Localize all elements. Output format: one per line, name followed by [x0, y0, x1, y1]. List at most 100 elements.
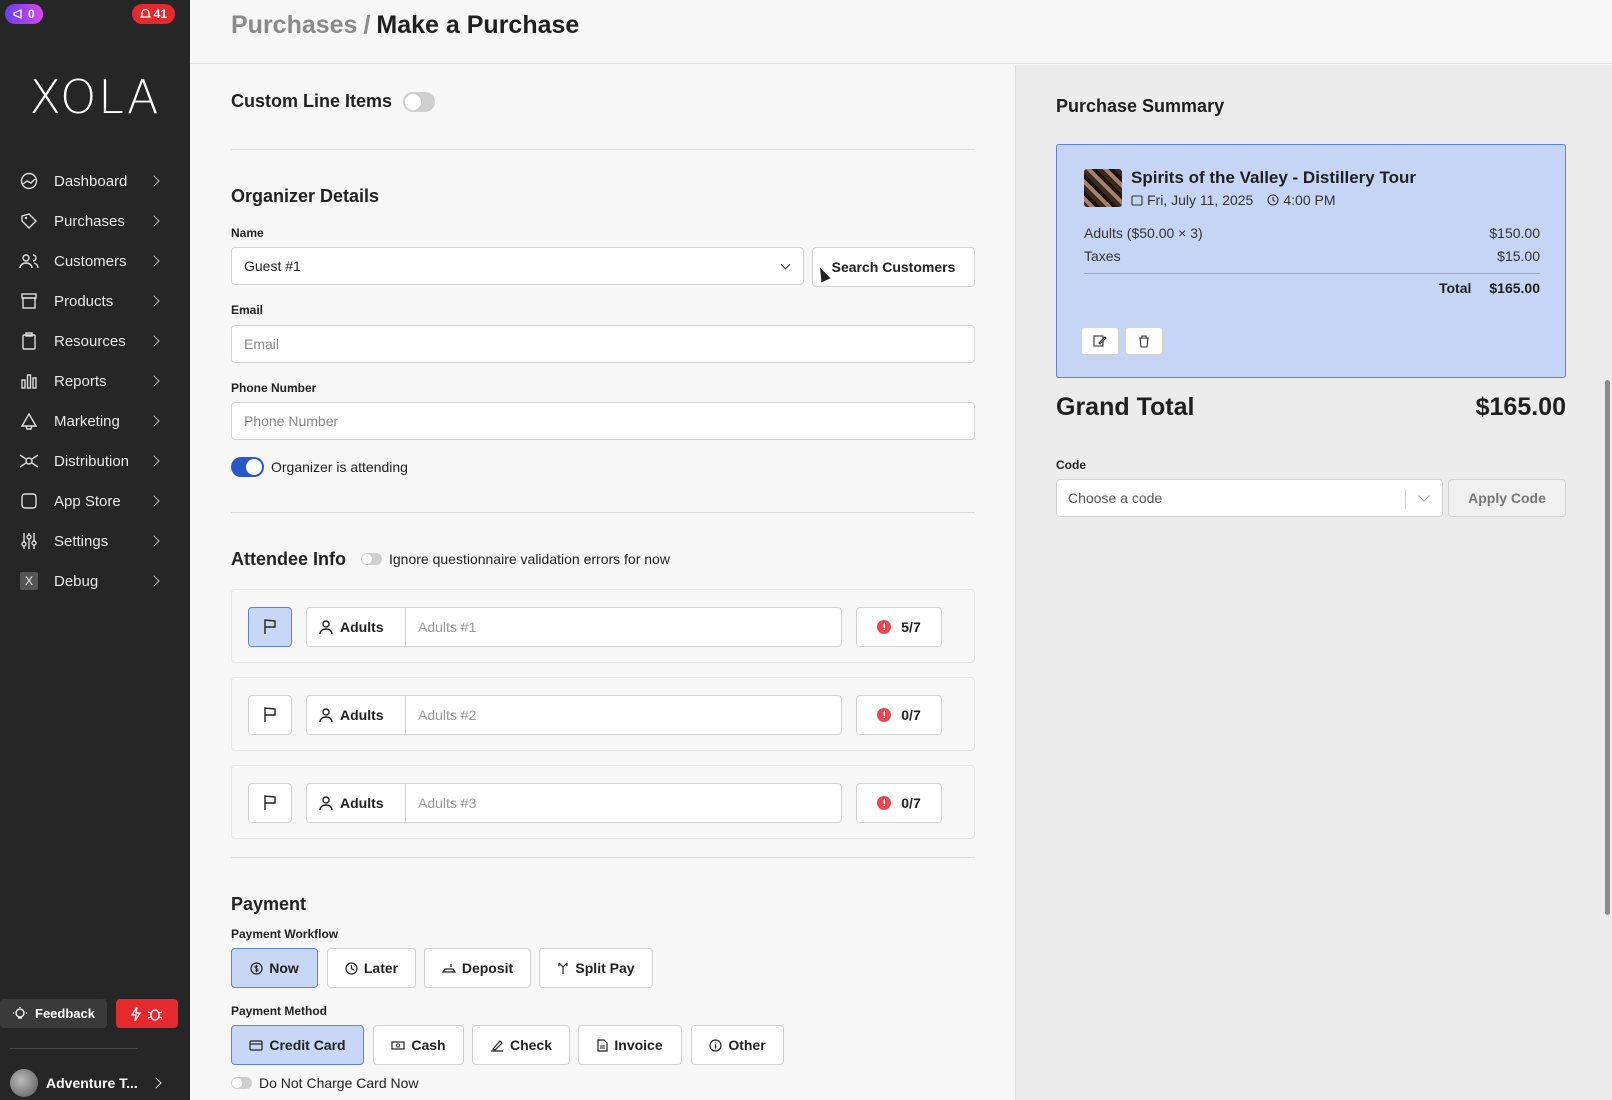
custom-line-items-label: Custom Line Items	[231, 91, 393, 111]
attendee-type-button[interactable]: Adults	[306, 607, 406, 647]
chevron-right-icon	[148, 415, 160, 427]
clock-icon	[1267, 194, 1279, 206]
workflow-later-button[interactable]: Later	[327, 948, 416, 988]
questionnaire-status-button[interactable]: ! 0/7	[856, 695, 942, 735]
megaphone-badge[interactable]: 0	[5, 4, 43, 24]
do-not-charge-toggle[interactable]	[231, 1077, 252, 1089]
bug-report-button[interactable]	[116, 999, 178, 1028]
sidebar-item-dashboard[interactable]: Dashboard	[0, 161, 190, 201]
workflow-now-button[interactable]: Now	[231, 948, 318, 988]
name-select[interactable]: Guest #1	[231, 247, 804, 285]
scrollbar[interactable]	[1605, 380, 1610, 915]
attendee-type-button[interactable]: Adults	[306, 695, 406, 735]
sidebar-item-label: Distribution	[54, 452, 130, 470]
credit-card-icon	[249, 1039, 263, 1051]
attendee-name-input[interactable]: Adults #1	[405, 607, 842, 647]
chevron-down-icon	[780, 259, 791, 270]
email-field[interactable]: Email	[231, 325, 975, 363]
sidebar-item-app-store[interactable]: App Store	[0, 481, 190, 521]
product-schedule: Fri, July 11, 2025 4:00 PM	[1131, 192, 1336, 208]
method-invoice-button[interactable]: Invoice	[578, 1025, 682, 1065]
workflow-split-pay-button[interactable]: Split Pay	[539, 948, 653, 988]
sidebar-item-resources[interactable]: Resources	[0, 321, 190, 361]
avatar	[10, 1069, 38, 1097]
deposit-icon	[441, 963, 456, 973]
questionnaire-status-button[interactable]: ! 5/7	[856, 607, 942, 647]
sidebar-item-settings[interactable]: Settings	[0, 521, 190, 561]
debug-x-icon: X	[18, 570, 40, 592]
product-thumbnail	[1084, 169, 1122, 207]
flag-button[interactable]	[248, 607, 292, 647]
trash-icon	[1139, 334, 1149, 348]
xola-logo[interactable]: XOLA	[0, 70, 190, 124]
megaphone-count: 0	[28, 7, 35, 21]
phone-field[interactable]: Phone Number	[231, 402, 975, 440]
breadcrumb: Purchases / Make a Purchase	[231, 11, 579, 40]
sidebar-nav: Dashboard Purchases Customers Products R…	[0, 161, 190, 601]
attendee-row: Adults Adults #3 ! 0/7	[231, 765, 975, 839]
bug-icon	[147, 1008, 163, 1021]
method-credit-card-label: Credit Card	[269, 1037, 346, 1053]
users-icon	[18, 250, 40, 272]
sidebar-divider	[10, 1048, 138, 1049]
sidebar-item-label: Debug	[54, 572, 99, 590]
code-select-placeholder: Choose a code	[1068, 490, 1163, 506]
attendee-type-label: Adults	[340, 795, 384, 811]
questionnaire-progress: 0/7	[901, 795, 921, 811]
attendee-name-input[interactable]: Adults #3	[405, 783, 842, 823]
method-other-button[interactable]: Other	[691, 1025, 784, 1065]
delete-item-button[interactable]	[1125, 327, 1163, 355]
feedback-label: Feedback	[35, 1006, 95, 1021]
custom-line-items-toggle[interactable]	[403, 92, 435, 112]
ignore-validation-toggle[interactable]	[361, 553, 382, 565]
sidebar-item-customers[interactable]: Customers	[0, 241, 190, 281]
sidebar-item-marketing[interactable]: Marketing	[0, 401, 190, 441]
edit-item-button[interactable]	[1081, 327, 1119, 355]
do-not-charge-label: Do Not Charge Card Now	[259, 1075, 419, 1091]
info-icon	[709, 1038, 722, 1052]
tag-icon	[18, 210, 40, 232]
code-label: Code	[1056, 458, 1086, 472]
account-name: Adventure T...	[46, 1075, 138, 1091]
feedback-button[interactable]: Feedback	[0, 999, 107, 1028]
network-icon	[18, 450, 40, 472]
flag-button[interactable]	[248, 783, 292, 823]
organizer-details-title: Organizer Details	[231, 186, 380, 206]
questionnaire-status-button[interactable]: ! 0/7	[856, 783, 942, 823]
line-item-amount: $150.00	[1489, 225, 1540, 241]
method-cash-button[interactable]: Cash	[373, 1025, 464, 1065]
method-invoice-label: Invoice	[614, 1037, 663, 1053]
account-switcher[interactable]: Adventure T...	[10, 1068, 180, 1098]
sidebar-item-reports[interactable]: Reports	[0, 361, 190, 401]
sidebar-item-debug[interactable]: X Debug	[0, 561, 190, 601]
method-check-button[interactable]: Check	[472, 1025, 570, 1065]
flag-button[interactable]	[248, 695, 292, 735]
section-divider	[231, 512, 975, 513]
notification-badge[interactable]: 41	[131, 4, 175, 24]
apply-code-button[interactable]: Apply Code	[1448, 479, 1566, 517]
method-cash-label: Cash	[411, 1037, 446, 1053]
workflow-deposit-button[interactable]: Deposit	[424, 948, 531, 988]
total-label: Total	[1438, 280, 1472, 296]
code-select[interactable]: Choose a code	[1056, 479, 1443, 517]
flag-icon	[264, 619, 276, 634]
breadcrumb-parent-link[interactable]: Purchases	[231, 11, 357, 39]
sidebar-item-label: Settings	[54, 532, 109, 550]
chevron-right-icon	[148, 495, 160, 507]
method-credit-card-button[interactable]: Credit Card	[231, 1025, 364, 1065]
sidebar-item-label: Products	[54, 292, 114, 310]
attendee-type-button[interactable]: Adults	[306, 783, 406, 823]
sidebar-item-purchases[interactable]: Purchases	[0, 201, 190, 241]
attendee-info-title: Attendee Info	[231, 549, 346, 569]
search-customers-button[interactable]: Search Customers	[812, 247, 975, 287]
grand-total-row: Grand Total $165.00	[1056, 393, 1566, 422]
chevron-right-icon	[148, 455, 160, 467]
sidebar-item-products[interactable]: Products	[0, 281, 190, 321]
sidebar-item-distribution[interactable]: Distribution	[0, 441, 190, 481]
summary-item-card: Spirits of the Valley - Distillery Tour …	[1056, 144, 1566, 378]
chevron-right-icon	[148, 295, 160, 307]
workflow-deposit-label: Deposit	[461, 960, 514, 976]
organizer-attending-toggle[interactable]	[231, 457, 264, 477]
clipboard-icon	[18, 330, 40, 352]
attendee-name-input[interactable]: Adults #2	[405, 695, 842, 735]
